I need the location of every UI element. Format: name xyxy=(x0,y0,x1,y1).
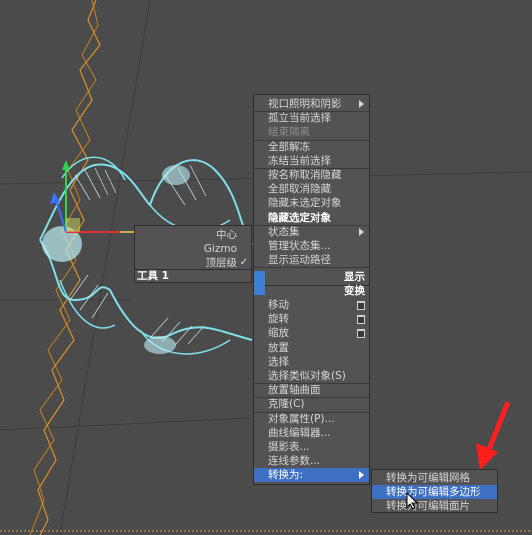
header-tools: 工具 1 xyxy=(137,270,169,282)
quad-main-bottom-item[interactable]: 旋转 xyxy=(254,312,369,326)
quad-main-bottom-item[interactable]: 对象属性(P)... xyxy=(254,412,369,426)
quad-main-top-item[interactable]: 显示运动路径 xyxy=(254,253,369,267)
quad-main-bottom-item-label: 摄影表... xyxy=(268,441,310,453)
settings-box-icon[interactable] xyxy=(357,301,365,310)
convert-submenu-item[interactable]: 转换为可编辑网格 xyxy=(372,471,497,485)
quad-main-top-item-label: 隐藏未选定对象 xyxy=(268,197,342,210)
quad-main-bottom-item-label: 选择 xyxy=(268,355,289,368)
quad-main-top-item-label: 隐藏选定对象 xyxy=(268,211,331,224)
submenu-arrow-icon xyxy=(359,227,364,236)
menu-separator xyxy=(254,267,369,269)
convert-submenu-item-label: 转换为可编辑网格 xyxy=(386,472,470,484)
header-transform: 变换 xyxy=(344,285,365,297)
quad-main-bottom-item-label: 克隆(C) xyxy=(268,398,305,411)
quad-main-top-item-label: 显示运动路径 xyxy=(268,254,331,267)
quad-main-bottom-item-label: 旋转 xyxy=(268,313,289,326)
quad-main-bottom-item[interactable]: 连线参数... xyxy=(254,454,369,468)
quad-main-top-item-label: 全部解冻 xyxy=(268,140,310,153)
quad-left-item[interactable]: 中心 xyxy=(135,228,251,242)
quad-main-bottom-item-label: 放置 xyxy=(268,341,289,354)
quad-main-bottom-item[interactable]: 选择 xyxy=(254,355,369,369)
header-display: 显示 xyxy=(344,271,365,283)
quad-main-top-item-label: 状态集 xyxy=(268,225,300,238)
submenu-arrow-icon xyxy=(359,100,364,108)
quad-main-bottom-item[interactable]: 放置轴曲面 xyxy=(254,383,369,397)
quad-main-bottom-item-label: 对象属性(P)... xyxy=(268,412,335,425)
quad-main-top-item[interactable]: 全部取消隐藏 xyxy=(254,182,369,196)
quad-main-bottom-item[interactable]: 克隆(C) xyxy=(254,397,369,411)
quad-main-bottom-item[interactable]: 选择类似对象(S) xyxy=(254,369,369,383)
quad-main-top-item-label: 结束隔离 xyxy=(268,126,310,139)
quad-main-top-item[interactable]: 按名称取消隐藏 xyxy=(254,168,369,182)
submenu-arrow-icon xyxy=(359,471,364,480)
quad-main-bottom-item[interactable]: 缩放 xyxy=(254,326,369,340)
quad-main-top-item[interactable]: 视口照明和阴影 xyxy=(254,97,369,111)
quad-main-top-item-label: 视口照明和阴影 xyxy=(268,98,342,110)
quad-main-bottom-item-label: 移动 xyxy=(268,299,289,311)
mouse-cursor-icon xyxy=(406,492,419,510)
settings-box-icon[interactable] xyxy=(357,329,365,339)
quad-main-bottom-item-label: 选择类似对象(S) xyxy=(268,370,346,382)
quad-main-top-item[interactable]: 隐藏选定对象 xyxy=(254,211,369,225)
quad-main-bottom-item-label: 曲线编辑器... xyxy=(268,426,331,439)
quad-main-bottom-item-label: 转换为: xyxy=(268,469,304,482)
quad-main-bottom-item[interactable]: 放置 xyxy=(254,341,369,355)
quad-left-item-label: Gizmo xyxy=(203,243,237,255)
quad-main-top-item-label: 管理状态集... xyxy=(268,240,331,252)
quad-left-item[interactable]: 顶层级 ✓ xyxy=(135,256,251,270)
quad-menu-left: 中心 Gizmo 顶层级 ✓ 工具 1 xyxy=(134,225,252,283)
checkmark-icon: ✓ xyxy=(239,257,248,268)
quad-menu-main: 视口照明和阴影 孤立当前选择 结束隔离 全部解冻 冻结当前选择 按名称取消隐藏 全部取消隐藏… xyxy=(240,94,370,485)
convert-submenu-item-label: 转换为可编辑多边形 xyxy=(386,486,481,499)
quad-main-top-item[interactable]: 隐藏未选定对象 xyxy=(254,196,369,210)
settings-box-icon[interactable] xyxy=(357,315,365,325)
quad-main-top-item[interactable]: 冻结当前选择 xyxy=(254,154,369,168)
quad-main-top-item[interactable]: 管理状态集... xyxy=(254,239,369,253)
quad-left-item-label: 顶层级 xyxy=(205,257,238,269)
quad-left-item[interactable]: Gizmo xyxy=(135,242,251,256)
quad-main-top-item-label: 冻结当前选择 xyxy=(268,154,331,167)
quad-main-top-item[interactable]: 状态集 xyxy=(254,225,369,239)
convert-submenu-item[interactable]: 转换为可编辑面片 xyxy=(372,499,497,513)
convert-submenu-item[interactable]: 转换为可编辑多边形 xyxy=(372,485,497,500)
quad-left-item-label: 中心 xyxy=(216,229,237,241)
convert-submenu-item-label: 转换为可编辑面片 xyxy=(386,500,470,513)
quad-main-top-item[interactable]: 结束隔离 xyxy=(254,125,369,139)
quad-main-top-item[interactable]: 孤立当前选择 xyxy=(254,111,369,125)
quad-main-top-item[interactable]: 全部解冻 xyxy=(254,140,369,154)
quad-main-bottom-item[interactable]: 移动 xyxy=(254,298,369,312)
quad-main-bottom-item[interactable]: 曲线编辑器... xyxy=(254,426,369,440)
quad-main-top-item-label: 全部取消隐藏 xyxy=(268,183,331,196)
quad-main-top-item-label: 孤立当前选择 xyxy=(268,112,331,125)
quad-main-bottom-item[interactable]: 摄影表... xyxy=(254,440,369,454)
quad-main-bottom-item[interactable]: 转换为: xyxy=(254,468,369,483)
quad-main-bottom-item-label: 放置轴曲面 xyxy=(268,384,321,397)
quad-marker-bottom xyxy=(254,271,265,295)
quad-main-top-item-label: 按名称取消隐藏 xyxy=(268,169,342,181)
quad-main-bottom-item-label: 连线参数... xyxy=(268,455,321,468)
convert-submenu: 转换为可编辑网格 转换为可编辑多边形 转换为可编辑面片 xyxy=(371,469,498,513)
quad-main-bottom-item-label: 缩放 xyxy=(268,327,289,340)
